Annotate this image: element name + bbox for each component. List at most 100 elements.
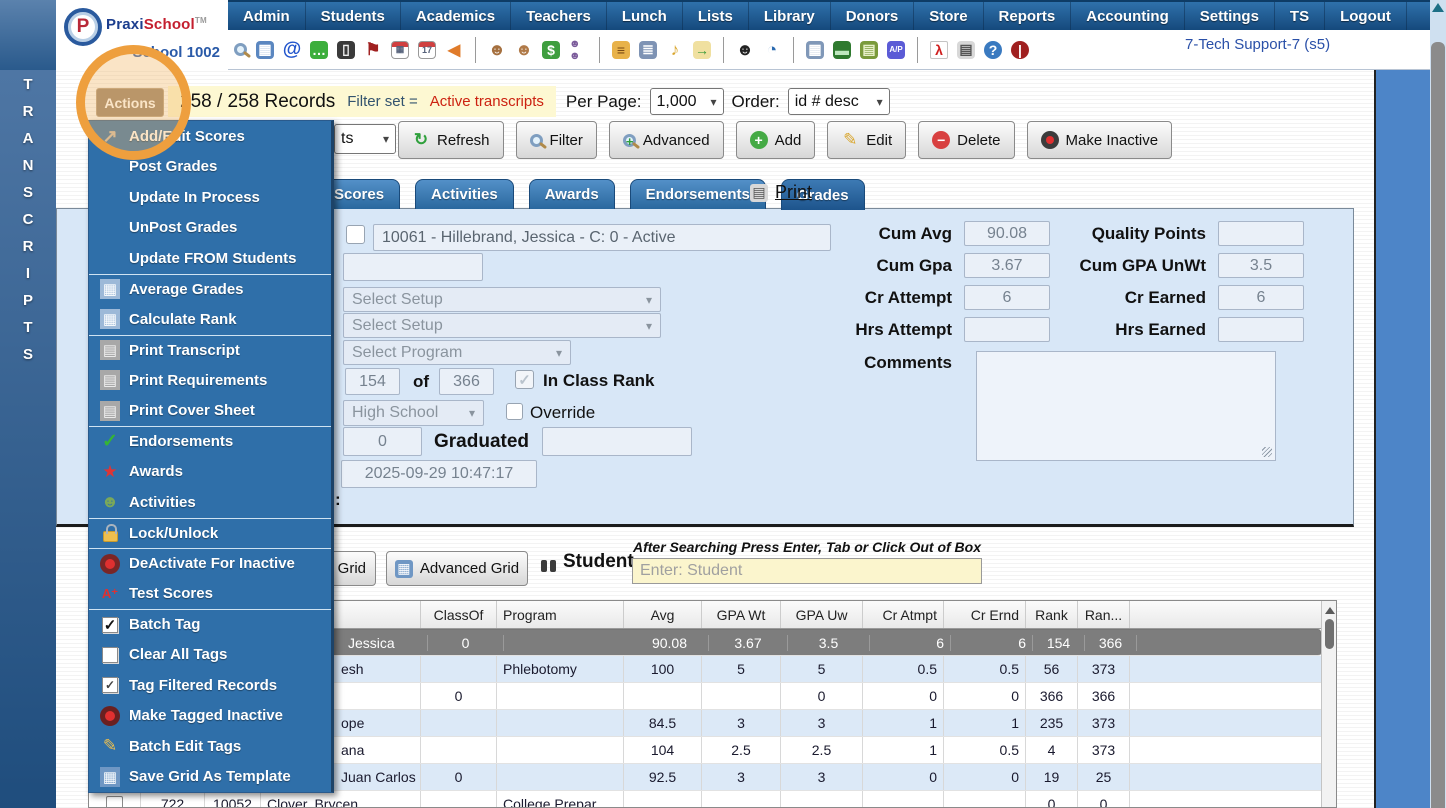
megaphone-icon[interactable]: ◀ bbox=[445, 41, 463, 59]
actions-button[interactable]: Actions bbox=[96, 88, 164, 117]
people-icon[interactable]: ☻☻ bbox=[569, 38, 587, 62]
column-header-ran[interactable]: Ran... bbox=[1078, 601, 1130, 628]
table-row[interactable]: 722 10052 Clover, Brycen College Prepar 0 0 bbox=[89, 791, 1321, 807]
graduated-field[interactable] bbox=[542, 427, 692, 456]
nav-item-academics[interactable]: Academics bbox=[401, 2, 512, 30]
nav-item-lists[interactable]: Lists bbox=[683, 2, 749, 30]
menu-item-make-tagged-inactive[interactable]: Make Tagged Inactive bbox=[89, 701, 331, 732]
filter-button[interactable]: Filter bbox=[515, 121, 597, 159]
zero-field[interactable]: 0 bbox=[343, 427, 422, 456]
pdf-icon[interactable]: λ bbox=[930, 40, 948, 59]
column-header-rank[interactable]: Rank bbox=[1026, 601, 1078, 628]
forward-icon[interactable]: → bbox=[693, 40, 711, 59]
search-icon[interactable] bbox=[234, 43, 247, 56]
make-inactive-button[interactable]: Make Inactive bbox=[1026, 121, 1173, 159]
email-at-icon[interactable]: @ bbox=[283, 39, 302, 60]
empty-field[interactable] bbox=[343, 253, 483, 281]
menu-item-test-scores[interactable]: A⁺ Test Scores bbox=[89, 579, 331, 610]
menu-item-post-grades[interactable]: Post Grades bbox=[89, 152, 331, 183]
menu-item-update-from-students[interactable]: Update FROM Students bbox=[89, 243, 331, 274]
stop-icon[interactable]: | bbox=[1011, 40, 1029, 59]
per-page-select[interactable]: 1,000 ▾ bbox=[649, 88, 724, 115]
phone-icon[interactable]: ▯ bbox=[337, 40, 355, 59]
nav-item-students[interactable]: Students bbox=[306, 2, 401, 30]
student-search-input[interactable] bbox=[632, 558, 982, 584]
tab-endorsements[interactable]: Endorsements bbox=[629, 179, 766, 209]
scroll-up-icon[interactable] bbox=[1432, 3, 1444, 12]
tab-activities[interactable]: Activities bbox=[415, 179, 514, 209]
rank-total-field[interactable]: 366 bbox=[439, 368, 494, 395]
grid-scrollbar[interactable] bbox=[1321, 601, 1336, 807]
printer-icon[interactable]: ▤ bbox=[957, 40, 975, 59]
advanced-grid-button[interactable]: ▦ Advanced Grid bbox=[386, 551, 528, 586]
select-setup-1[interactable]: Select Setup ▾ bbox=[343, 287, 661, 312]
menu-item-unpost-grades[interactable]: UnPost Grades bbox=[89, 213, 331, 244]
refresh-button[interactable]: ↻ Refresh bbox=[398, 121, 504, 159]
menu-item-add-edit-scores[interactable]: ↗ Add/Edit Scores bbox=[89, 121, 331, 152]
menu-item-print-requirements[interactable]: ▤ Print Requirements bbox=[89, 365, 331, 396]
resize-grip-icon[interactable] bbox=[1262, 447, 1272, 457]
menu-item-endorsements[interactable]: ✓ Endorsements bbox=[89, 426, 331, 457]
menu-item-batch-edit-tags[interactable]: ✎ Batch Edit Tags bbox=[89, 731, 331, 762]
menu-item-activities[interactable]: ☻ Activities bbox=[89, 487, 331, 518]
menu-item-print-transcript[interactable]: ▤ Print Transcript bbox=[89, 334, 331, 366]
chat-icon[interactable]: … bbox=[310, 40, 328, 59]
rank-field[interactable]: 154 bbox=[345, 368, 400, 395]
nav-item-accounting[interactable]: Accounting bbox=[1071, 2, 1185, 30]
edit-button[interactable]: ✎ Edit bbox=[827, 121, 907, 159]
menu-item-clear-all-tags[interactable]: Clear All Tags bbox=[89, 640, 331, 671]
nav-item-teachers[interactable]: Teachers bbox=[511, 2, 607, 30]
tab-awards[interactable]: Awards bbox=[528, 179, 615, 209]
order-select[interactable]: id # desc ▾ bbox=[787, 88, 890, 115]
calendar-date-icon[interactable]: 17 bbox=[418, 40, 436, 59]
column-header-cr-atmpt[interactable]: Cr Atmpt bbox=[863, 601, 944, 628]
row-tag-checkbox[interactable] bbox=[106, 795, 123, 807]
column-header-classof[interactable]: ClassOf bbox=[421, 601, 497, 628]
delete-button[interactable]: − Delete bbox=[918, 121, 1015, 159]
horn-icon[interactable]: ♪ bbox=[666, 40, 684, 59]
notes-icon[interactable]: ≣ bbox=[639, 40, 657, 59]
column-header-gpa-uw[interactable]: GPA Uw bbox=[781, 601, 863, 628]
nav-item-ts[interactable]: TS bbox=[1275, 2, 1326, 30]
print-link[interactable]: ▤ Print bbox=[750, 182, 812, 203]
menu-item-deactivate-for-inactive[interactable]: DeActivate For Inactive bbox=[89, 548, 331, 579]
ledger-icon[interactable]: ▦ bbox=[806, 40, 824, 59]
column-header-avg[interactable]: Avg bbox=[624, 601, 702, 628]
page-scrollbar[interactable] bbox=[1430, 0, 1446, 808]
clock-icon[interactable]: ◔ bbox=[763, 40, 781, 59]
column-header-program[interactable]: Program bbox=[497, 601, 624, 628]
record-type-select[interactable]: ts ▾ bbox=[334, 124, 396, 154]
calendar-grid-icon[interactable]: ▦ bbox=[391, 40, 409, 59]
school-level-select[interactable]: High School ▾ bbox=[343, 400, 484, 426]
nav-item-store[interactable]: Store bbox=[914, 2, 984, 30]
column-header-cr-ernd[interactable]: Cr Ernd bbox=[944, 601, 1026, 628]
nav-item-donors[interactable]: Donors bbox=[831, 2, 915, 30]
override-checkbox[interactable] bbox=[506, 403, 523, 420]
menu-item-calculate-rank[interactable]: ▦ Calculate Rank bbox=[89, 304, 331, 335]
in-class-rank-checkbox[interactable]: ✓ bbox=[515, 370, 534, 389]
nav-item-reports[interactable]: Reports bbox=[984, 2, 1072, 30]
flag-icon[interactable]: ⚑ bbox=[364, 40, 382, 59]
menu-item-lock-unlock[interactable]: Lock/Unlock bbox=[89, 517, 331, 549]
menu-item-batch-tag[interactable]: ✓ Batch Tag bbox=[89, 609, 331, 640]
nav-item-admin[interactable]: Admin bbox=[228, 2, 306, 30]
page-scrollbar-thumb[interactable] bbox=[1431, 42, 1445, 808]
grid-scrollbar-thumb[interactable] bbox=[1325, 619, 1334, 649]
money-icon[interactable]: $ bbox=[542, 40, 560, 59]
menu-item-print-cover-sheet[interactable]: ▤ Print Cover Sheet bbox=[89, 396, 331, 427]
select-setup-2[interactable]: Select Setup ▾ bbox=[343, 313, 661, 338]
column-header-gpa-wt[interactable]: GPA Wt bbox=[702, 601, 781, 628]
person-add-icon[interactable]: ☻ bbox=[488, 40, 506, 59]
nav-item-library[interactable]: Library bbox=[749, 2, 831, 30]
nav-item-lunch[interactable]: Lunch bbox=[607, 2, 683, 30]
menu-item-save-grid-as-template[interactable]: ▦ Save Grid As Template bbox=[89, 762, 331, 793]
menu-item-tag-filtered-records[interactable]: ✓ Tag Filtered Records bbox=[89, 670, 331, 701]
lunch-burger-icon[interactable]: ≡ bbox=[612, 40, 630, 59]
nav-item-logout[interactable]: Logout bbox=[1325, 2, 1407, 30]
menu-item-update-in-process[interactable]: Update In Process bbox=[89, 182, 331, 213]
nav-item-settings[interactable]: Settings bbox=[1185, 2, 1275, 30]
select-program[interactable]: Select Program ▾ bbox=[343, 340, 571, 365]
ap-badge-icon[interactable]: A/P bbox=[887, 40, 905, 59]
check-card-icon[interactable]: ▬ bbox=[833, 40, 851, 59]
student-tag-checkbox[interactable] bbox=[346, 225, 365, 244]
